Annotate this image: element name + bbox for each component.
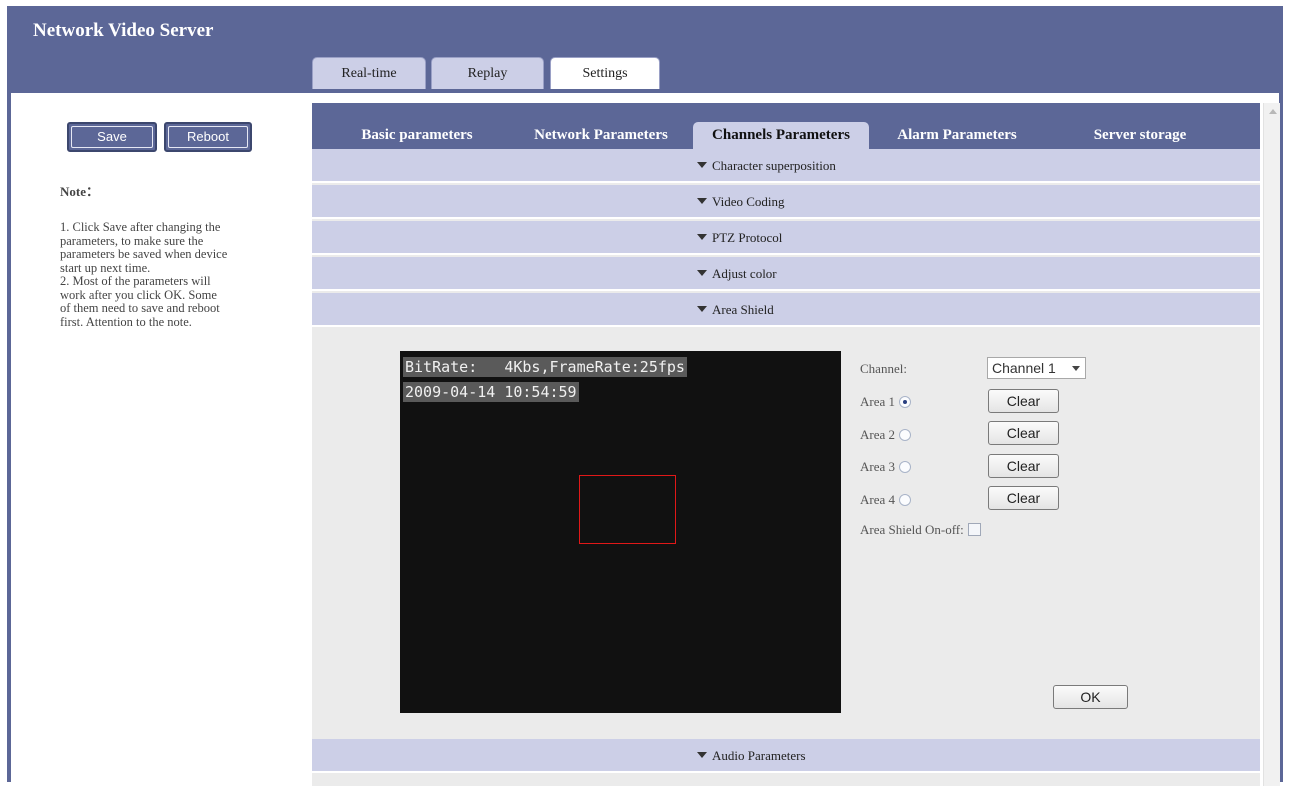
note-title: Note： [60, 184, 99, 199]
area-2-radio[interactable] [899, 429, 912, 441]
osd-bitrate-text: BitRate: 4Kbs,FrameRate:25fps [403, 357, 687, 377]
note-line: parameters, to make sure the [60, 233, 204, 248]
parameter-tabs: Basic parameters Network Parameters Chan… [312, 103, 1260, 149]
section-area-shield[interactable]: Area Shield [312, 293, 1260, 327]
note-line: parameters be saved when device [60, 247, 228, 261]
area-4-label: Area 4 [860, 492, 896, 507]
section-adjust-color[interactable]: Adjust color [312, 257, 1260, 291]
area-4-row: Area 4 [860, 492, 912, 508]
area-2-label: Area 2 [860, 427, 896, 442]
osd-timestamp-text: 2009-04-14 10:54:59 [403, 382, 579, 402]
note-line: of them need to save and reboot [60, 301, 220, 315]
chevron-down-icon [1072, 366, 1080, 371]
left-panel: Save Reboot Note： 1. Click Save after ch… [11, 93, 308, 782]
tab-basic-parameters[interactable]: Basic parameters [334, 122, 500, 149]
area-1-row: Area 1 [860, 394, 912, 410]
area-3-row: Area 3 [860, 459, 912, 475]
tab-settings[interactable]: Settings [550, 57, 660, 89]
section-label: Area Shield [712, 302, 774, 317]
note-line: first. Attention to the note. [60, 314, 192, 329]
clear-area-1-button[interactable]: Clear [988, 389, 1059, 413]
triangle-down-icon [697, 270, 707, 276]
shield-area-rectangle[interactable] [579, 475, 676, 544]
triangle-down-icon [697, 234, 707, 240]
channel-label: Channel: [860, 361, 907, 376]
section-audio-parameters[interactable]: Audio Parameters [312, 739, 1260, 773]
app-title: Network Video Server [33, 20, 214, 41]
note-line: 1. Click Save after changing the [60, 220, 221, 234]
channel-select[interactable]: Channel 1 [987, 357, 1086, 379]
note-text: 1. Click Save after changing the paramet… [60, 220, 292, 329]
section-label: Video Coding [712, 194, 785, 209]
video-preview[interactable]: BitRate: 4Kbs,FrameRate:25fps 2009-04-14… [400, 351, 841, 713]
section-label: Audio Parameters [712, 748, 806, 763]
section-character-superposition[interactable]: Character superposition [312, 149, 1260, 183]
parameters-panel: Basic parameters Network Parameters Chan… [312, 103, 1260, 786]
scroll-up-arrow-icon[interactable] [1269, 109, 1277, 114]
clear-area-2-button[interactable]: Clear [988, 421, 1059, 445]
note-line: 2. Most of the parameters will [60, 274, 211, 288]
save-button-label: Save [71, 126, 153, 148]
section-ptz-protocol[interactable]: PTZ Protocol [312, 221, 1260, 255]
section-label: Adjust color [712, 266, 777, 281]
ok-button[interactable]: OK [1053, 685, 1128, 709]
area-2-row: Area 2 [860, 427, 912, 443]
triangle-down-icon [697, 198, 707, 204]
area-4-radio[interactable] [899, 494, 912, 506]
vertical-scrollbar[interactable] [1263, 103, 1280, 786]
section-video-coding[interactable]: Video Coding [312, 185, 1260, 219]
area-shield-onoff-row: Area Shield On-off: [860, 522, 981, 538]
triangle-down-icon [697, 306, 707, 312]
tab-network-parameters[interactable]: Network Parameters [512, 122, 690, 149]
reboot-button[interactable]: Reboot [164, 122, 252, 152]
tab-real-time[interactable]: Real-time [312, 57, 426, 89]
triangle-down-icon [697, 162, 707, 168]
clear-area-4-button[interactable]: Clear [988, 486, 1059, 510]
app-header: Network Video Server Real-time Replay Se… [7, 6, 1283, 89]
note-line: start up next time. [60, 260, 151, 275]
area-shield-onoff-label: Area Shield On-off: [860, 522, 964, 537]
note-line: work after you click OK. Some [60, 287, 217, 302]
reboot-button-label: Reboot [168, 126, 248, 148]
section-label: Character superposition [712, 158, 836, 173]
triangle-down-icon [697, 752, 707, 758]
area-1-radio[interactable] [899, 396, 912, 408]
tab-channels-parameters[interactable]: Channels Parameters [693, 122, 869, 149]
section-label: PTZ Protocol [712, 230, 783, 245]
area-3-radio[interactable] [899, 461, 912, 473]
tab-replay[interactable]: Replay [431, 57, 544, 89]
area-3-label: Area 3 [860, 459, 896, 474]
area-1-label: Area 1 [860, 394, 896, 409]
tab-alarm-parameters[interactable]: Alarm Parameters [878, 122, 1036, 149]
save-button[interactable]: Save [67, 122, 157, 152]
clear-area-3-button[interactable]: Clear [988, 454, 1059, 478]
channel-select-value: Channel 1 [992, 360, 1056, 376]
settings-frame: Save Reboot Note： 1. Click Save after ch… [7, 89, 1283, 786]
tab-server-storage[interactable]: Server storage [1072, 122, 1208, 149]
area-shield-onoff-checkbox[interactable] [967, 523, 981, 536]
